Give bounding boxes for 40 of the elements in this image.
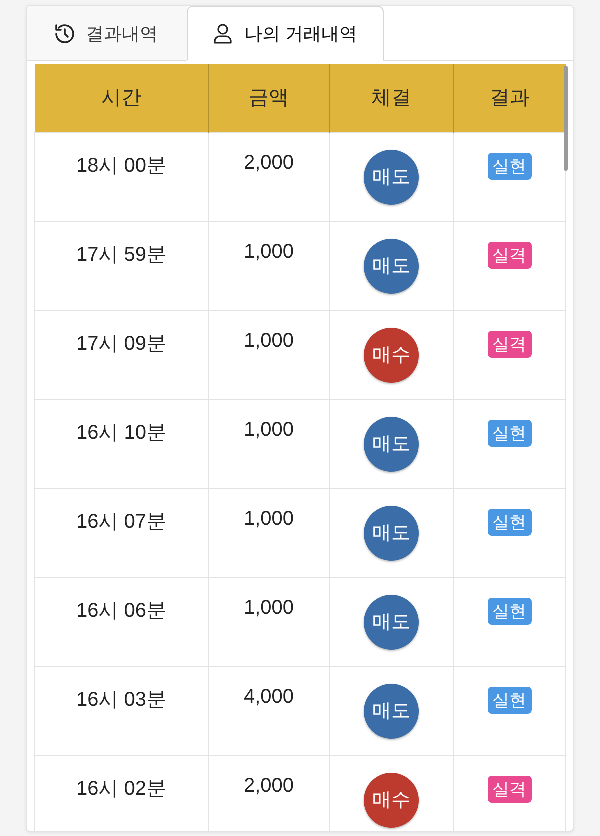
column-header: 결과	[454, 64, 566, 132]
amount-cell: 1,000	[208, 221, 330, 310]
time-cell: 17시 59분	[34, 221, 208, 310]
result-badge: 실현	[488, 508, 532, 536]
result-badge: 실현	[488, 598, 532, 624]
result-badge: 실격	[488, 776, 532, 802]
trade-badge: 매수	[364, 328, 419, 382]
result-badge: 실격	[488, 330, 532, 358]
trade-badge: 매수	[364, 772, 419, 828]
tab[interactable]: 나의 거래내역	[187, 6, 384, 61]
trade-badge: 매도	[364, 150, 419, 204]
time-cell: 16시 03분	[34, 666, 208, 755]
trade-badge: 매도	[364, 594, 419, 650]
column-header: 시간	[34, 64, 208, 132]
result-badge: 실현	[488, 152, 532, 180]
time-cell: 16시 10분	[34, 399, 208, 488]
amount-cell: 1,000	[208, 399, 330, 488]
result-badge: 실격	[488, 242, 532, 268]
amount-cell: 1,000	[208, 310, 330, 399]
trade-badge: 매도	[364, 238, 419, 294]
time-cell: 16시 07분	[34, 488, 208, 577]
amount-cell: 1,000	[208, 488, 330, 577]
time-cell: 16시 02분	[34, 755, 208, 831]
column-header: 체결	[330, 64, 454, 132]
trade-badge: 매도	[364, 684, 419, 738]
amount-cell: 2,000	[208, 132, 330, 221]
history-icon	[55, 24, 75, 44]
result-badge: 실현	[488, 686, 532, 714]
trade-badge: 매도	[364, 506, 419, 560]
time-cell: 18시 00분	[34, 132, 208, 221]
person-icon	[213, 24, 234, 44]
time-cell: 16시 06분	[34, 577, 208, 666]
result-badge: 실현	[488, 420, 532, 446]
trade-badge: 매도	[364, 416, 419, 472]
amount-cell: 4,000	[208, 666, 330, 755]
tab[interactable]: 결과내역	[27, 6, 187, 61]
amount-cell: 1,000	[208, 577, 330, 666]
time-cell: 17시 09분	[34, 310, 208, 399]
scrollbar-thumb[interactable]	[564, 66, 568, 171]
column-header: 금액	[208, 64, 330, 132]
